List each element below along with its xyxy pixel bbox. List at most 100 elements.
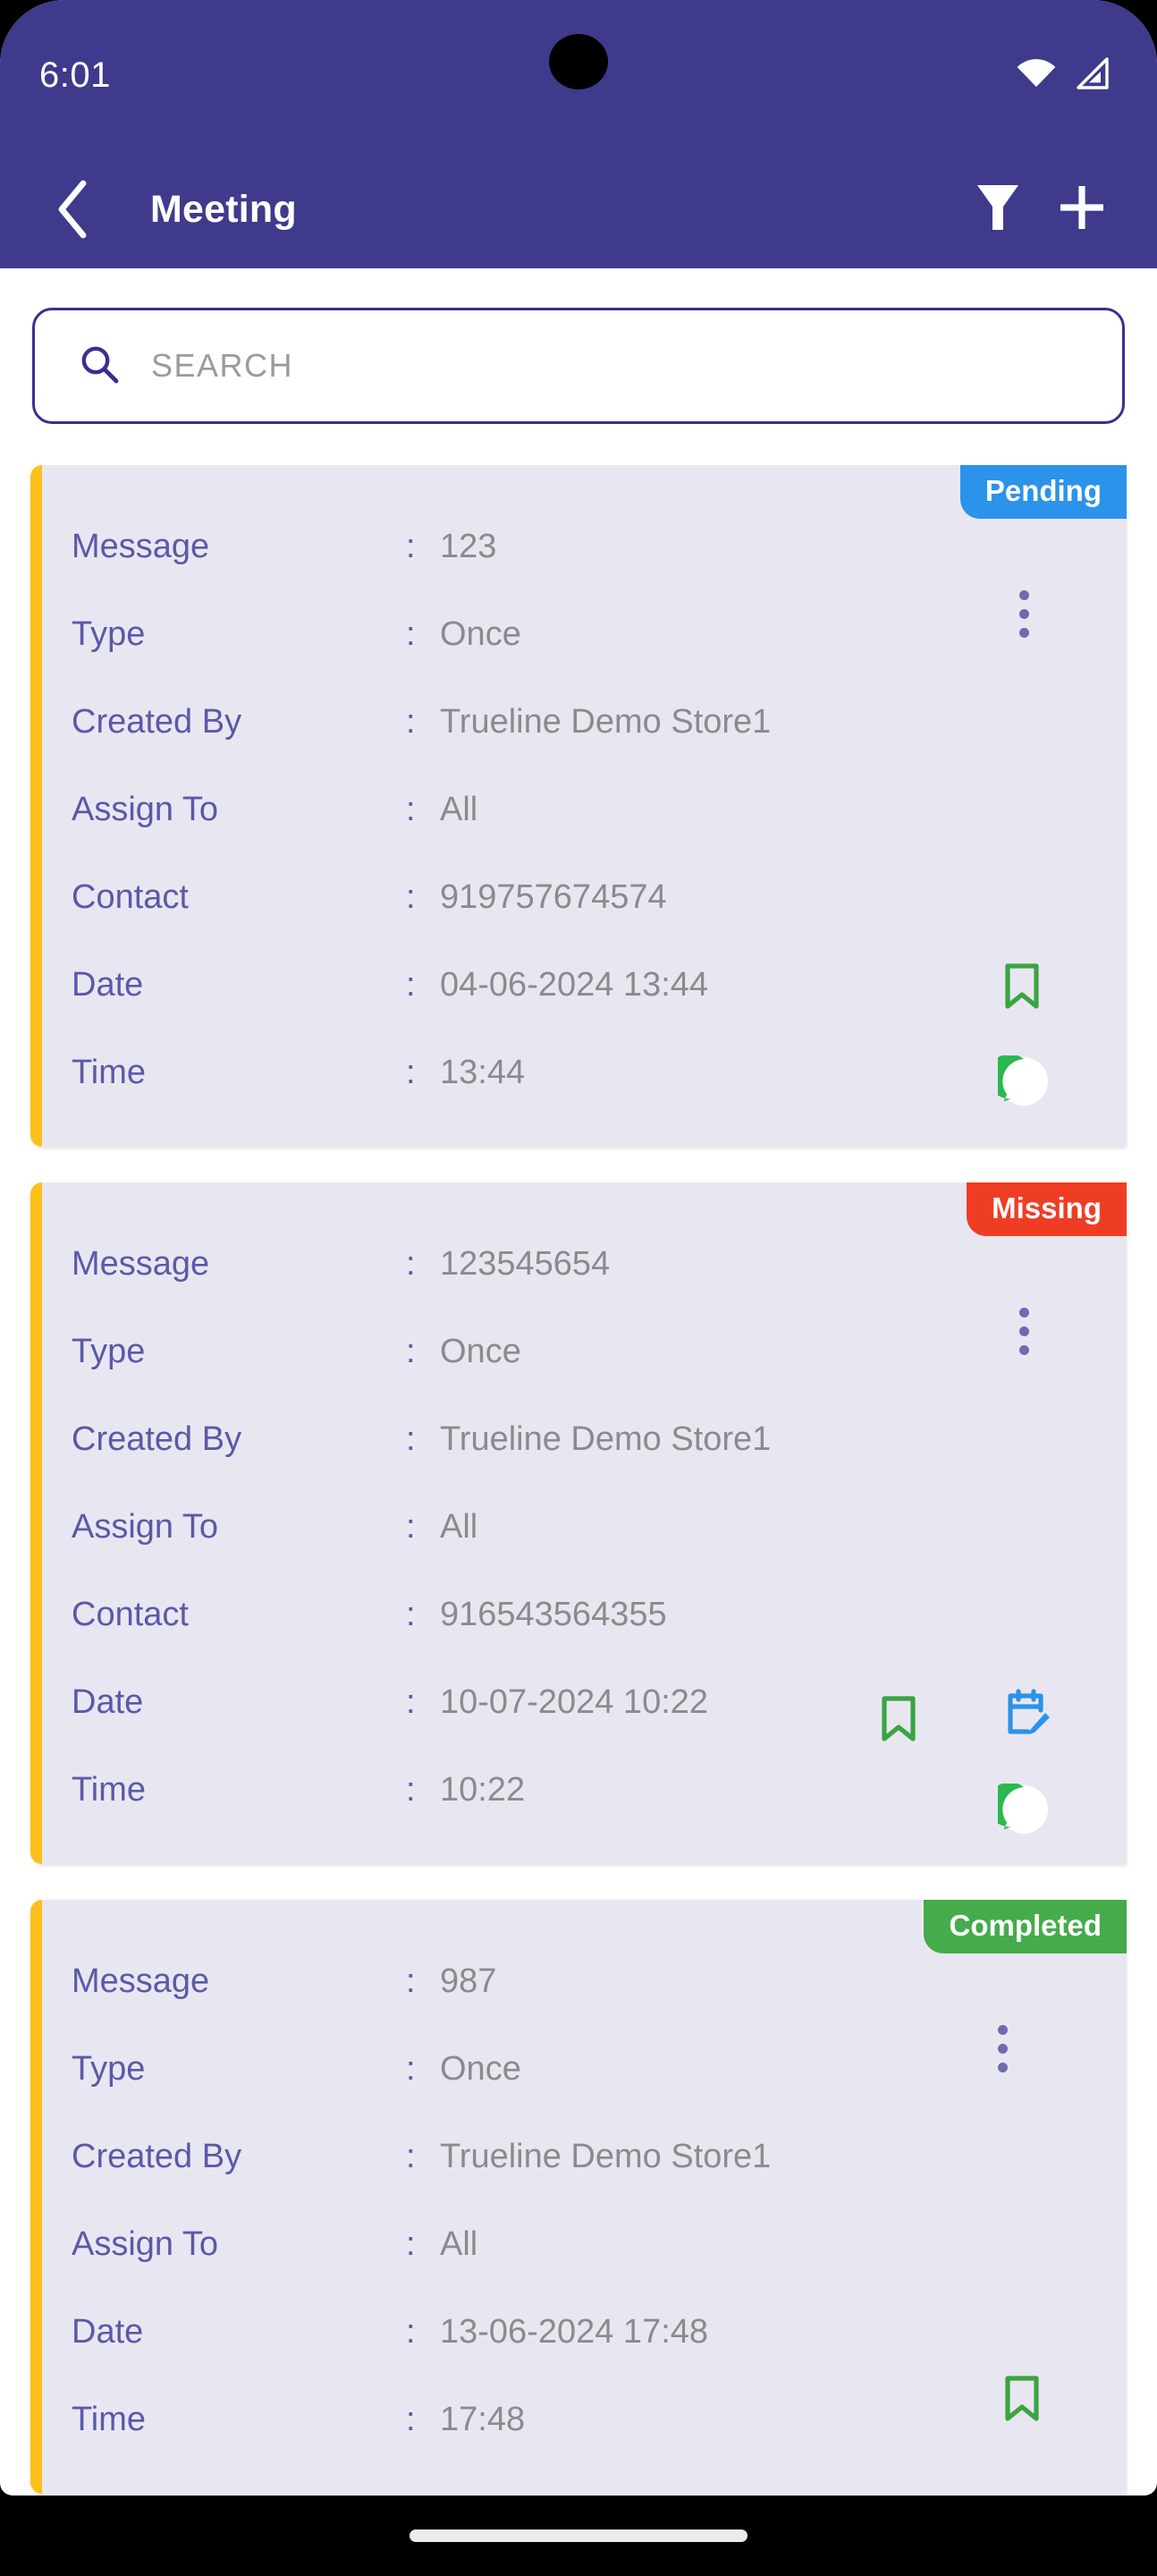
field-row-created-by: Created By : Trueline Demo Store1: [72, 1395, 1127, 1483]
field-colon: :: [406, 1682, 416, 1721]
field-label: Date: [72, 2312, 144, 2351]
cell-signal-icon: [1075, 56, 1111, 94]
field-value-assign-to: All: [440, 1507, 478, 1546]
search-icon: [78, 343, 121, 390]
field-colon: :: [406, 1053, 416, 1091]
card-body: Message : 123 Type : Once Created By : T…: [30, 465, 1127, 1147]
phone-frame: 6:01 Meeting SEARCH Pending Message: 12…: [0, 0, 1157, 2576]
bookmark-button[interactable]: [1000, 2374, 1044, 2428]
kebab-dot: [1018, 609, 1029, 619]
card-body: Message : 123545654 Type : Once Created …: [30, 1182, 1127, 1864]
wifi-icon: [1016, 58, 1057, 93]
field-value-date: 13-06-2024 17:48: [440, 2312, 709, 2351]
field-row-message: Message : 123545654: [72, 1220, 1127, 1308]
field-label: Message: [72, 1244, 210, 1283]
whatsapp-button[interactable]: [987, 1782, 1050, 1840]
status-badge: Completed: [924, 1900, 1127, 1953]
field-value-created-by: Trueline Demo Store1: [440, 1419, 772, 1458]
field-row-message: Message : 123: [72, 503, 1127, 590]
field-colon: :: [406, 1332, 416, 1370]
field-row-contact: Contact : 919757674574: [72, 853, 1127, 941]
kebab-dot: [997, 2044, 1008, 2054]
field-label: Time: [72, 1053, 147, 1091]
field-colon: :: [406, 1595, 416, 1633]
field-label: Contact: [72, 877, 189, 916]
field-colon: :: [406, 877, 416, 916]
add-button[interactable]: [1050, 177, 1114, 242]
bookmark-button[interactable]: [1000, 962, 1044, 1016]
plus-icon: [1055, 181, 1109, 239]
kebab-dot: [1018, 628, 1029, 638]
field-row-type: Type : Once: [72, 1308, 1127, 1395]
field-value-type: Once: [440, 614, 521, 653]
field-value-message: 123: [440, 527, 497, 565]
calendar-edit-button[interactable]: [1001, 1689, 1051, 1745]
field-colon: :: [406, 2137, 416, 2175]
field-value-date: 04-06-2024 13:44: [440, 965, 709, 1004]
field-colon: :: [406, 1770, 416, 1809]
card-overflow-menu-button[interactable]: [1003, 1308, 1044, 1355]
field-label: Created By: [72, 702, 242, 741]
field-row-type: Type : Once: [72, 590, 1127, 678]
meeting-card[interactable]: Missing Message: 123545654 Type: Once …: [30, 1182, 1127, 1864]
home-indicator[interactable]: [410, 2529, 747, 2542]
meeting-list[interactable]: Pending Message: 123 Type: Once Create…: [0, 465, 1157, 2496]
page-title: Meeting: [150, 187, 297, 231]
field-row-type: Type : Once: [72, 2025, 1127, 2113]
search-input[interactable]: [151, 347, 956, 385]
field-row-created-by: Created By : Trueline Demo Store1: [72, 678, 1127, 766]
meeting-card[interactable]: Pending Message: 123 Type: Once Create…: [30, 465, 1127, 1147]
field-colon: :: [406, 527, 416, 565]
field-colon: :: [406, 790, 416, 828]
whatsapp-button[interactable]: [987, 1054, 1050, 1112]
field-label: Date: [72, 1682, 144, 1721]
field-colon: :: [406, 614, 416, 653]
bookmark-button[interactable]: [876, 1694, 921, 1749]
kebab-dot: [997, 2063, 1008, 2072]
field-colon: :: [406, 702, 416, 741]
whatsapp-icon: [987, 1782, 1050, 1839]
field-value-message: 987: [440, 1962, 497, 2000]
field-row-date: Date : 04-06-2024 13:44: [72, 941, 1127, 1029]
filter-button[interactable]: [966, 177, 1030, 242]
field-value-contact: 919757674574: [440, 877, 667, 916]
field-value-date: 10-07-2024 10:22: [440, 1682, 709, 1721]
field-row-created-by: Created By : Trueline Demo Store1: [72, 2113, 1127, 2200]
field-label: Message: [72, 527, 210, 565]
field-colon: :: [406, 1419, 416, 1458]
field-label: Contact: [72, 1595, 189, 1633]
field-label: Date: [72, 965, 144, 1004]
field-row-time: Time : 17:48: [72, 2376, 1127, 2463]
field-value-assign-to: All: [440, 790, 478, 828]
kebab-dot: [997, 2025, 1008, 2035]
app-bar: Meeting: [0, 150, 1157, 268]
kebab-dot: [1018, 590, 1029, 600]
back-button[interactable]: [43, 180, 102, 239]
field-row-time: Time : 13:44: [72, 1029, 1127, 1116]
kebab-dot: [1018, 1326, 1029, 1336]
field-row-assign-to: Assign To : All: [72, 1483, 1127, 1571]
field-label: Created By: [72, 2137, 242, 2175]
field-value-time: 13:44: [440, 1053, 526, 1091]
filter-funnel-icon: [974, 180, 1022, 240]
search-bar[interactable]: [32, 308, 1125, 424]
status-bar: 6:01: [0, 0, 1157, 150]
field-value-type: Once: [440, 1332, 521, 1370]
field-label: Assign To: [72, 1507, 219, 1546]
field-value-type: Once: [440, 2049, 521, 2088]
card-body: Message : 987 Type : Once Created By : T…: [30, 1900, 1127, 2494]
screen: 6:01 Meeting SEARCH Pending Message: 12…: [0, 0, 1157, 2496]
field-value-time: 17:48: [440, 2400, 526, 2438]
field-value-created-by: Trueline Demo Store1: [440, 2137, 772, 2175]
field-row-date: Date : 13-06-2024 17:48: [72, 2288, 1127, 2376]
card-overflow-menu-button[interactable]: [982, 2025, 1023, 2072]
field-row-time: Time : 10:22: [72, 1746, 1127, 1834]
meeting-card[interactable]: Completed Message : 987 Type: Once Crea…: [30, 1900, 1127, 2494]
field-colon: :: [406, 2224, 416, 2263]
field-value-assign-to: All: [440, 2224, 478, 2263]
card-overflow-menu-button[interactable]: [1003, 590, 1044, 638]
field-label: Assign To: [72, 2224, 219, 2263]
field-value-contact: 916543564355: [440, 1595, 667, 1633]
field-label: Created By: [72, 1419, 242, 1458]
system-navigation-bar: [0, 2496, 1157, 2576]
